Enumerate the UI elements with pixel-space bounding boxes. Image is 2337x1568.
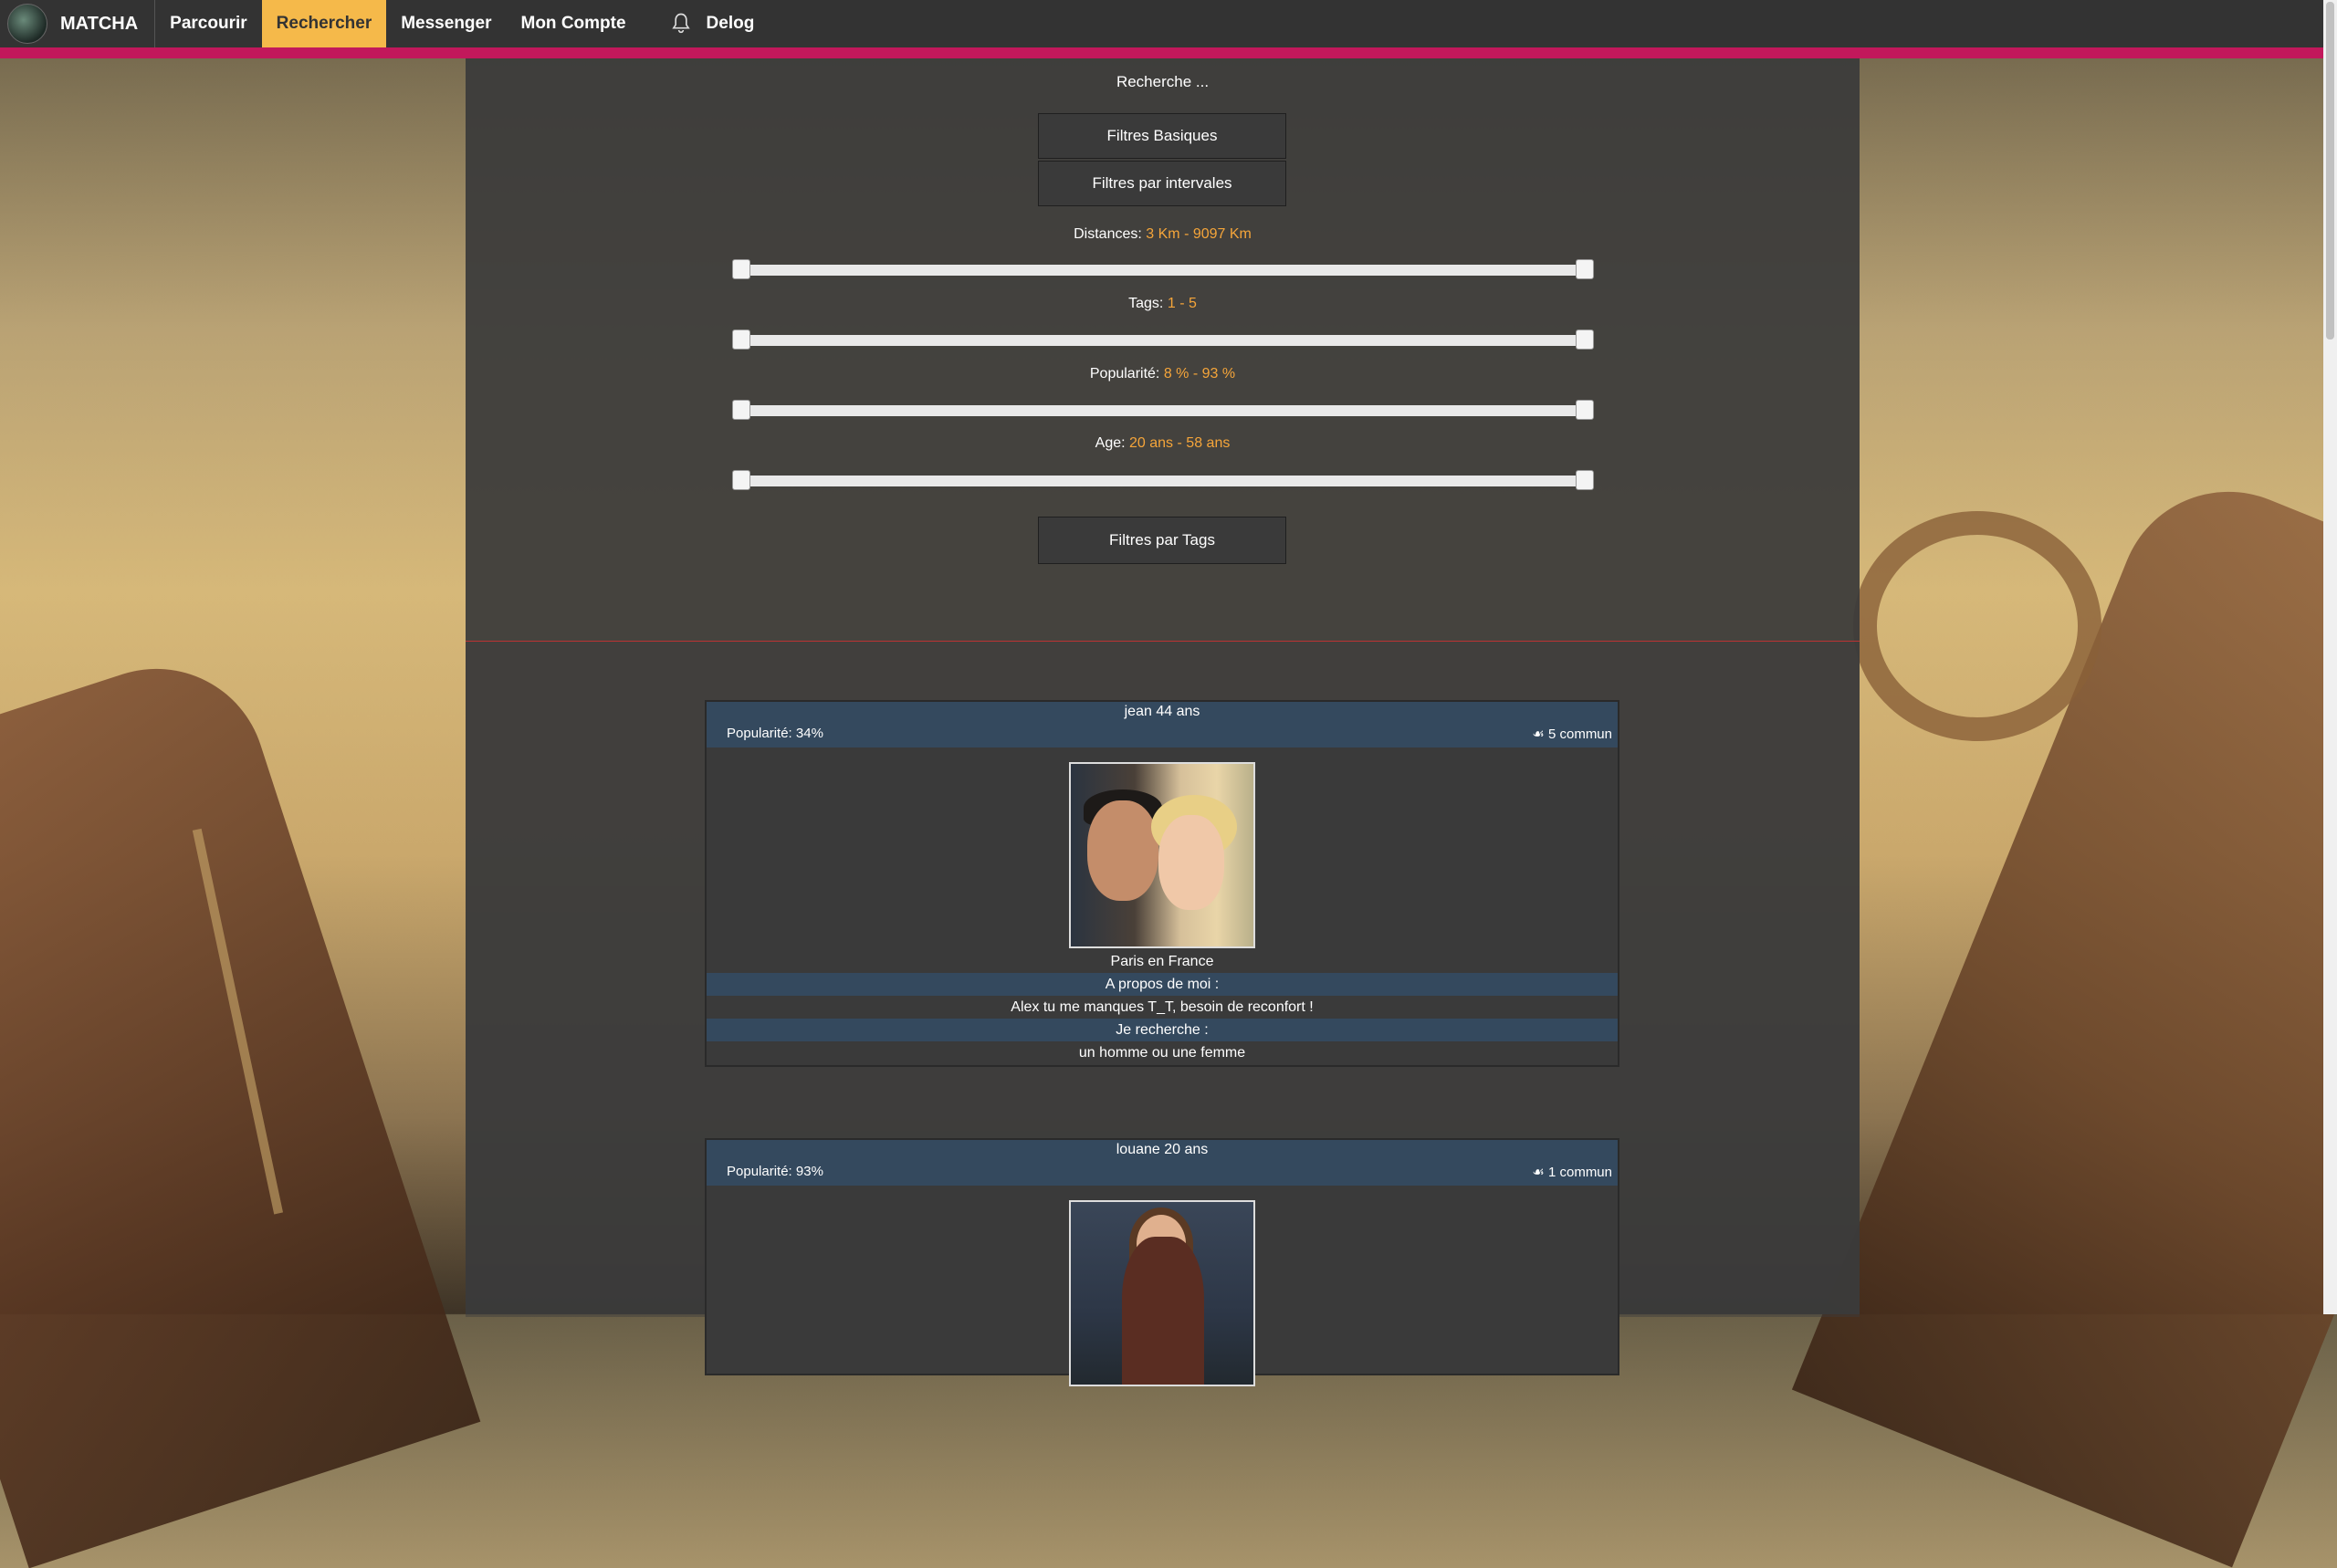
distance-slider[interactable] <box>732 259 1594 279</box>
nav-mon-compte[interactable]: Mon Compte <box>507 0 641 47</box>
slider-label-text: Popularité: <box>1089 366 1160 382</box>
profile-photo[interactable] <box>1069 1200 1255 1386</box>
range-separator: - <box>1177 435 1182 451</box>
slider-label-text: Distances: <box>1074 226 1142 242</box>
profile-card[interactable]: louane 20 ans Popularité: 93% ☙ 1 commun <box>705 1138 1619 1386</box>
age-slider[interactable] <box>732 470 1594 490</box>
common-tags-text: 5 commun <box>1547 727 1612 742</box>
background-arm-left <box>0 640 481 1568</box>
profile-location: Paris en France <box>1110 954 1214 969</box>
distance-label: Distances: 3 Km - 9097 Km <box>466 226 1860 243</box>
scrollbar-thumb[interactable] <box>2326 2 2334 340</box>
nav-parcourir[interactable]: Parcourir <box>155 0 261 47</box>
profile-photo[interactable] <box>1069 762 1255 948</box>
age-min: 20 ans <box>1129 435 1174 451</box>
brand-link[interactable]: MATCHA <box>60 0 156 47</box>
search-title: Recherche ... <box>1116 73 1210 90</box>
page-scrollbar[interactable] <box>2323 0 2337 1314</box>
range-separator: - <box>1192 366 1199 382</box>
looking-text: un homme ou une femme <box>1078 1045 1246 1061</box>
logo-icon[interactable] <box>7 4 47 44</box>
distance-max: 9097 Km <box>1192 226 1252 242</box>
popularity-max: 93 % <box>1201 366 1236 382</box>
tags-slider[interactable] <box>732 329 1594 350</box>
bell-icon[interactable] <box>668 11 694 37</box>
card-header: louane 20 ans Popularité: 93% ☙ 1 commun <box>707 1140 1618 1186</box>
slider-label-text: Age: <box>1095 435 1126 451</box>
background-arm-right <box>1791 458 2337 1568</box>
slider-label-text: Tags: <box>1128 296 1164 311</box>
profile-card[interactable]: jean 44 ans Popularité: 34% ☙ 5 commun P… <box>705 700 1619 1067</box>
popularity-slider[interactable] <box>732 400 1594 420</box>
tags-min-handle[interactable] <box>732 329 750 350</box>
popularity-max-handle[interactable] <box>1576 400 1594 420</box>
tag-icon: ☙ <box>1532 1165 1545 1180</box>
popularity-label: Popularité: 8 % - 93 % <box>466 366 1860 382</box>
about-text: Alex tu me manques T_T, besoin de reconf… <box>1011 999 1314 1015</box>
tags-min: 1 <box>1167 296 1176 311</box>
range-separator: - <box>1184 226 1189 242</box>
filter-area: Recherche ... Filtres Basiques Filtres p… <box>466 58 1860 641</box>
background-watch <box>1853 511 2101 741</box>
interval-filters-button[interactable]: Filtres par intervales <box>1038 161 1286 206</box>
profile-name[interactable]: jean 44 ans <box>707 704 1618 720</box>
tags-label: Tags: 1 - 5 <box>466 296 1860 312</box>
basic-filters-button[interactable]: Filtres Basiques <box>1038 113 1286 159</box>
tags-max: 5 <box>1188 296 1197 311</box>
distance-min: 3 Km <box>1146 226 1180 242</box>
about-label: A propos de moi : <box>707 973 1618 996</box>
tag-icon: ☙ <box>1532 727 1545 742</box>
results-area: jean 44 ans Popularité: 34% ☙ 5 commun P… <box>466 641 1860 1386</box>
delog-link[interactable]: Delog <box>694 0 768 47</box>
common-tags-text: 1 commun <box>1547 1165 1612 1180</box>
distance-min-handle[interactable] <box>732 259 750 279</box>
age-label: Age: 20 ans - 58 ans <box>466 435 1860 452</box>
profile-name[interactable]: louane 20 ans <box>707 1142 1618 1158</box>
nav-messenger[interactable]: Messenger <box>386 0 506 47</box>
age-max: 58 ans <box>1186 435 1231 451</box>
popularity-min: 8 % <box>1163 366 1189 382</box>
profile-popularity: Popularité: 34% <box>727 726 823 741</box>
top-navbar: MATCHA Parcourir Rechercher Messenger Mo… <box>0 0 2323 58</box>
age-max-handle[interactable] <box>1576 470 1594 490</box>
tags-max-handle[interactable] <box>1576 329 1594 350</box>
background-bracelet <box>192 821 320 1215</box>
common-tags: ☙ 1 commun <box>1532 1164 1612 1180</box>
search-panel: Recherche ... Filtres Basiques Filtres p… <box>466 58 1860 1386</box>
distance-max-handle[interactable] <box>1576 259 1594 279</box>
card-header: jean 44 ans Popularité: 34% ☙ 5 commun <box>707 702 1618 747</box>
common-tags: ☙ 5 commun <box>1532 726 1612 742</box>
popularity-min-handle[interactable] <box>732 400 750 420</box>
profile-popularity: Popularité: 93% <box>727 1164 823 1179</box>
looking-label: Je recherche : <box>707 1019 1618 1041</box>
range-separator: - <box>1179 296 1185 311</box>
nav-rechercher[interactable]: Rechercher <box>261 0 387 47</box>
age-min-handle[interactable] <box>732 470 750 490</box>
tag-filters-button[interactable]: Filtres par Tags <box>1038 517 1286 564</box>
